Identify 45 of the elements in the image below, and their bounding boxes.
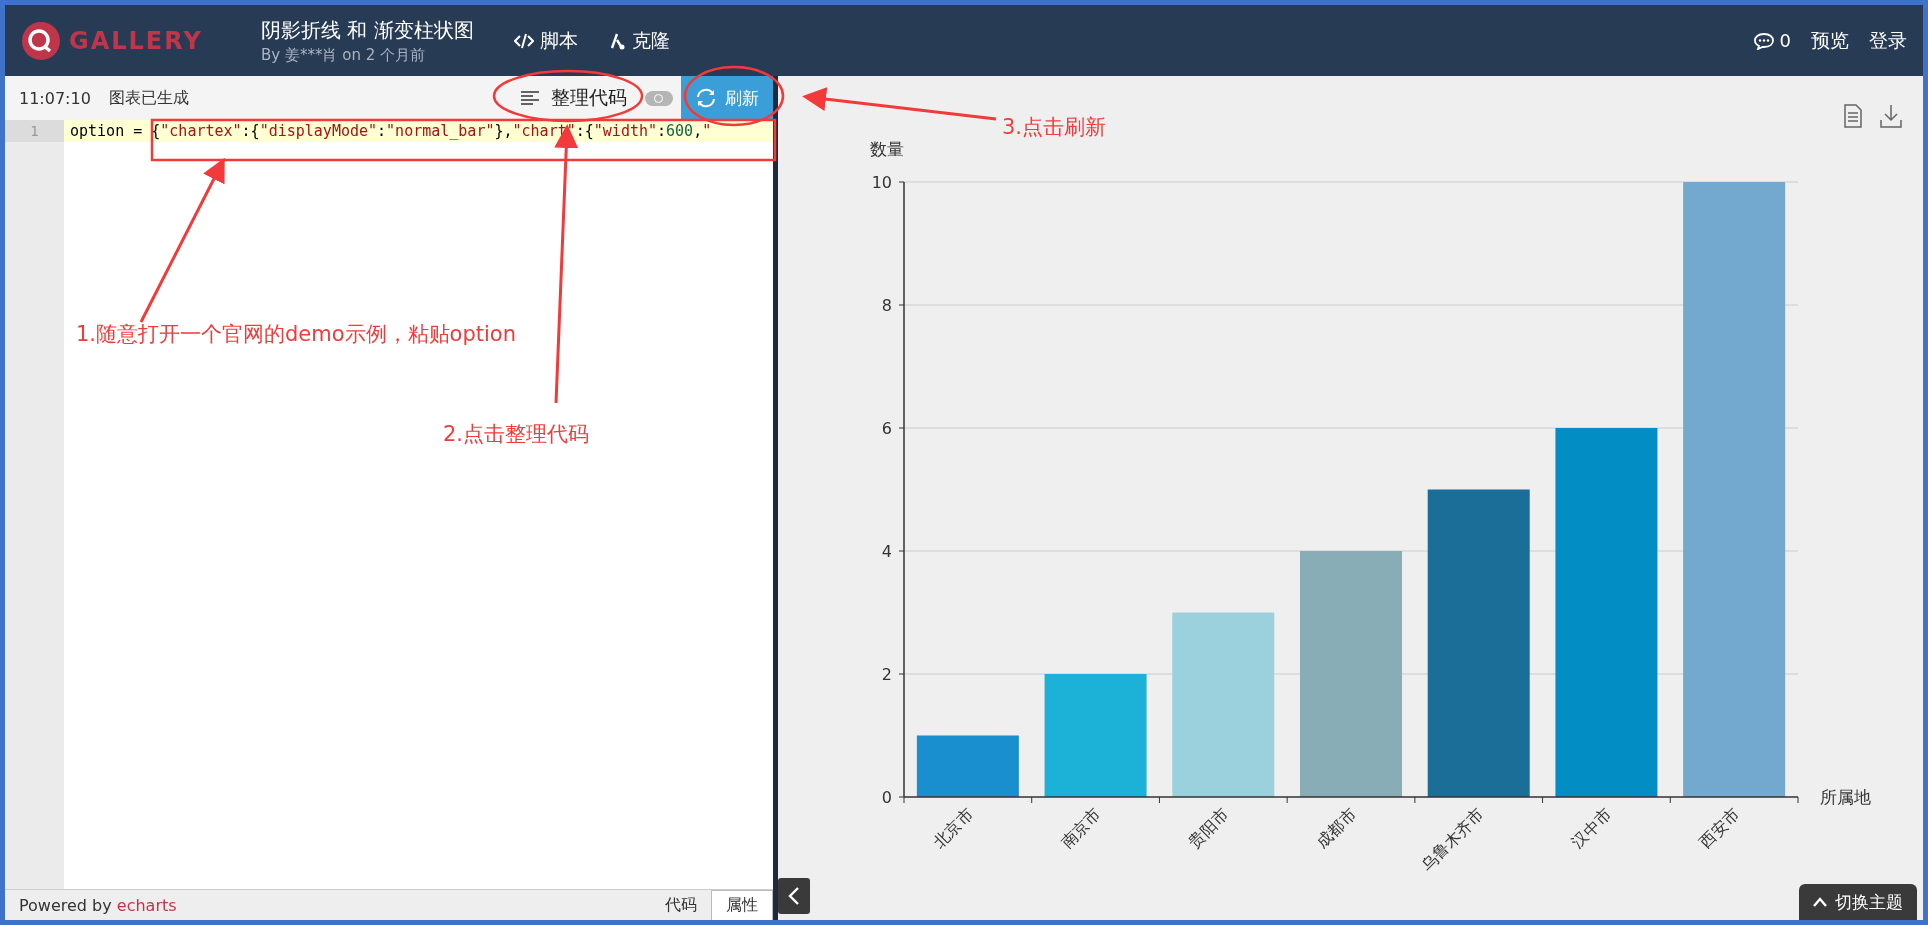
author-info: By 姜***肖 on 2 个月前 — [261, 45, 426, 65]
powered-by-text: Powered by echarts — [18, 895, 177, 915]
line-number: 1 — [5, 120, 64, 142]
x-tick-label: 北京市 — [929, 804, 977, 852]
x-axis-title: 所属地 — [1820, 787, 1871, 807]
caret-up-icon — [1813, 897, 1827, 907]
echarts-link[interactable]: echarts — [116, 895, 177, 915]
format-code-button[interactable]: 整理代码 — [515, 84, 633, 112]
chevron-left-icon — [788, 887, 800, 905]
annotation-text: 1.随意打开一个官网的demo示例，粘贴option — [76, 321, 516, 348]
logo-text: GALLERY — [69, 26, 203, 55]
auto-refresh-toggle[interactable] — [645, 90, 673, 106]
x-tick-label: 汉中市 — [1567, 804, 1616, 852]
y-tick-label: 10 — [871, 173, 892, 192]
x-tick-label: 成都市 — [1312, 804, 1360, 852]
y-tick-label: 6 — [881, 419, 892, 438]
y-tick-label: 2 — [881, 665, 892, 684]
comment-count[interactable]: 0 — [1753, 30, 1791, 51]
page-icon[interactable] — [1844, 104, 1862, 128]
collapse-button[interactable] — [778, 878, 810, 914]
x-tick-label: 贵阳市 — [1184, 804, 1233, 852]
nav-link[interactable]: 克隆 — [607, 27, 670, 54]
status-text: 图表已生成 — [108, 87, 189, 109]
header-link[interactable]: 预览 — [1811, 27, 1849, 54]
x-tick-label: 南京市 — [1057, 804, 1105, 852]
chart-title: 阴影折线 和 渐变柱状图 — [261, 16, 474, 44]
annotation-text: 3.点击刷新 — [1002, 114, 1107, 141]
logo-icon — [21, 20, 61, 61]
download-icon[interactable] — [1880, 104, 1902, 128]
y-tick-label: 8 — [881, 296, 892, 315]
lines-icon — [521, 91, 539, 105]
y-tick-label: 4 — [881, 542, 892, 561]
refresh-icon — [695, 88, 717, 108]
x-tick-label: 西安市 — [1695, 804, 1743, 852]
theme-button[interactable]: 切换主题 — [1799, 884, 1917, 920]
nav-link[interactable]: 脚本 — [513, 27, 578, 54]
y-axis-title: 数量 — [870, 139, 904, 159]
header-link[interactable]: 登录 — [1869, 27, 1907, 54]
y-tick-label: 0 — [881, 788, 892, 807]
panel-tab[interactable]: 属性 — [711, 890, 773, 920]
code-icon — [513, 32, 534, 49]
timestamp: 11:07:10 — [19, 88, 91, 108]
comment-icon — [1753, 31, 1774, 50]
annotation-text: 2.点击整理代码 — [443, 421, 590, 448]
x-tick-label: 乌鲁木齐市 — [1417, 804, 1488, 875]
